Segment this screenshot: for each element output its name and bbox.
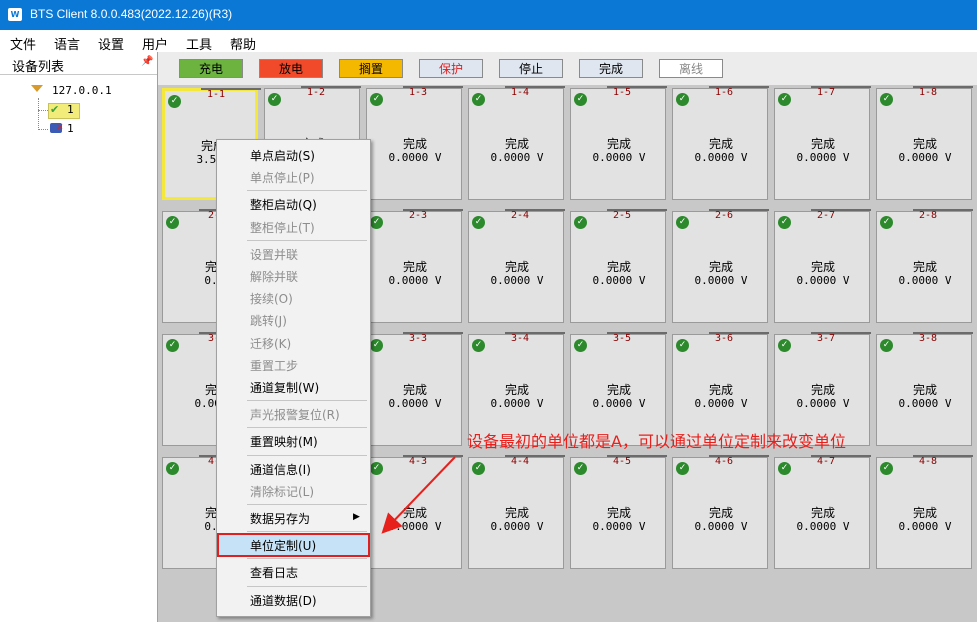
annotation-arrow <box>381 456 456 534</box>
